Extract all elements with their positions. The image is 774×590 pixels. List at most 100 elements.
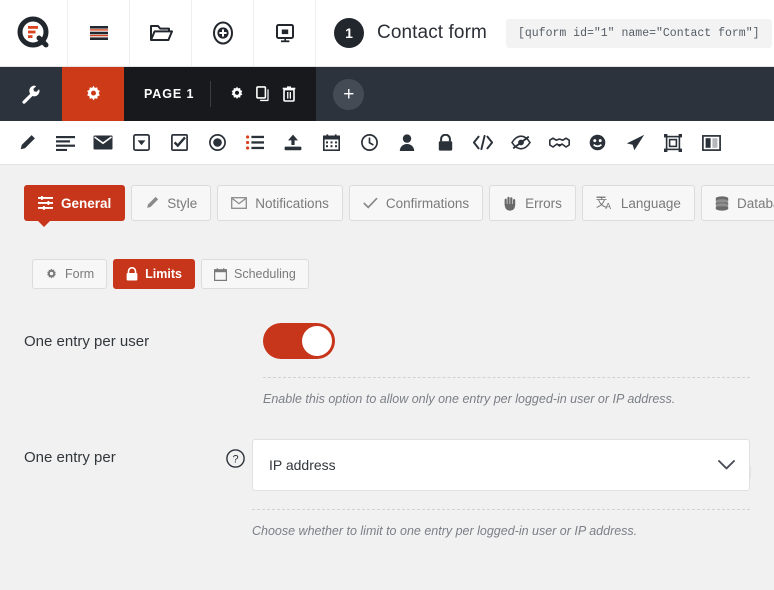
add-rating-element-button[interactable]: [578, 124, 616, 162]
shortcode-field[interactable]: [quform id="1" name="Contact form"]: [506, 19, 772, 48]
add-select-element-button[interactable]: [122, 124, 160, 162]
add-multiselect-element-button[interactable]: [236, 124, 274, 162]
radio-icon: [209, 134, 226, 151]
tab-notifications[interactable]: Notifications: [217, 185, 343, 221]
import-form-icon: [274, 22, 296, 44]
columns-icon: [702, 135, 721, 151]
page-divider: [210, 81, 211, 107]
add-checkbox-element-button[interactable]: [160, 124, 198, 162]
settings-tab-bar: General Style Notifications: [0, 165, 774, 221]
hidden-eye-icon: [511, 135, 531, 150]
lock-icon: [438, 134, 453, 151]
field-label: One entry per: [24, 439, 220, 466]
tab-confirmations[interactable]: Confirmations: [349, 185, 483, 221]
subtab-label: Scheduling: [234, 267, 296, 281]
add-name-element-button[interactable]: [388, 124, 426, 162]
subtab-form[interactable]: Form: [32, 259, 107, 289]
add-file-upload-element-button[interactable]: [274, 124, 312, 162]
add-time-element-button[interactable]: [350, 124, 388, 162]
page-title[interactable]: Contact form: [377, 22, 487, 44]
question-mark-icon: ?: [226, 449, 245, 468]
add-date-element-button[interactable]: [312, 124, 350, 162]
new-form-button[interactable]: [192, 0, 254, 66]
svg-text:A: A: [605, 201, 611, 210]
text-lines-icon: [56, 135, 75, 151]
svg-text:?: ?: [233, 453, 239, 465]
add-submit-element-button[interactable]: [616, 124, 654, 162]
clock-icon: [361, 134, 378, 151]
page-tab-group: PAGE 1: [124, 67, 316, 121]
field-help-button[interactable]: ?: [220, 439, 252, 468]
tab-label: Database: [737, 196, 774, 211]
quform-admin-window: 1 Contact form [quform id="1" name="Cont…: [0, 0, 774, 590]
handshake-icon: [549, 135, 570, 150]
tab-style[interactable]: Style: [131, 185, 211, 221]
add-page-button[interactable]: +: [333, 79, 364, 110]
one-entry-per-user-toggle[interactable]: [263, 323, 335, 359]
add-text-element-button[interactable]: [8, 124, 46, 162]
tab-label: General: [61, 196, 111, 211]
list-icon: [246, 135, 264, 150]
page-tab-label[interactable]: PAGE 1: [144, 87, 194, 101]
tab-errors[interactable]: Errors: [489, 185, 576, 221]
gear-icon: [45, 268, 58, 281]
wrench-icon: [21, 84, 41, 104]
gear-icon: [229, 86, 245, 102]
user-icon: [399, 134, 415, 151]
tab-database[interactable]: Database: [701, 185, 774, 221]
field-help-text: Enable this option to allow only one ent…: [263, 378, 750, 409]
envelope-icon: [93, 135, 113, 150]
general-subtab-bar: Form Limits: [0, 221, 774, 289]
duplicate-icon: [256, 86, 270, 102]
menu-button[interactable]: [68, 0, 130, 66]
one-entry-per-select[interactable]: IP address: [252, 439, 750, 491]
page-duplicate-button[interactable]: [250, 86, 276, 102]
page-delete-button[interactable]: [276, 86, 302, 102]
add-hidden-element-button[interactable]: [502, 124, 540, 162]
add-columns-element-button[interactable]: [692, 124, 730, 162]
add-email-element-button[interactable]: [84, 124, 122, 162]
page-settings-button[interactable]: [224, 86, 250, 102]
hamburger-menu-icon: [89, 24, 109, 42]
import-form-button[interactable]: [254, 0, 316, 66]
form-settings-button[interactable]: [62, 67, 124, 121]
add-radio-element-button[interactable]: [198, 124, 236, 162]
subtab-limits[interactable]: Limits: [113, 259, 195, 289]
tab-language[interactable]: 文 A Language: [582, 185, 695, 221]
open-forms-button[interactable]: [130, 0, 192, 66]
pencil-icon: [18, 134, 36, 152]
field-label: One entry per user: [24, 323, 229, 350]
calendar-icon: [323, 134, 340, 151]
chevron-down-icon: [718, 460, 735, 470]
add-password-element-button[interactable]: [426, 124, 464, 162]
database-icon: [715, 196, 729, 211]
add-captcha-element-button[interactable]: [540, 124, 578, 162]
upload-icon: [284, 134, 302, 151]
brush-icon: [145, 196, 159, 210]
add-circle-icon: [211, 21, 235, 45]
hand-icon: [503, 196, 517, 211]
sliders-icon: [38, 196, 53, 210]
field-control: IP address Choose whether to limit to on…: [252, 439, 750, 541]
quform-logo[interactable]: [0, 0, 68, 66]
tab-label: Language: [621, 196, 681, 211]
add-group-element-button[interactable]: [654, 124, 692, 162]
code-icon: [473, 135, 493, 150]
tab-label: Errors: [525, 196, 562, 211]
tools-button[interactable]: [0, 67, 62, 121]
smiley-icon: [589, 134, 606, 151]
subtab-scheduling[interactable]: Scheduling: [201, 259, 309, 289]
tab-general[interactable]: General: [24, 185, 125, 221]
field-one-entry-per-user: One entry per user Enable this option to…: [0, 289, 774, 409]
add-textarea-element-button[interactable]: [46, 124, 84, 162]
group-icon: [664, 134, 682, 152]
toolbar-rest: +: [316, 67, 774, 121]
settings-panel: General Style Notifications: [0, 165, 774, 590]
add-html-element-button[interactable]: [464, 124, 502, 162]
toggle-knob: [302, 326, 332, 356]
form-toolbar: PAGE 1: [0, 67, 774, 121]
tab-label: Notifications: [255, 196, 329, 211]
trash-icon: [282, 86, 296, 102]
form-id-badge: 1: [334, 18, 364, 48]
gear-icon: [84, 85, 103, 104]
